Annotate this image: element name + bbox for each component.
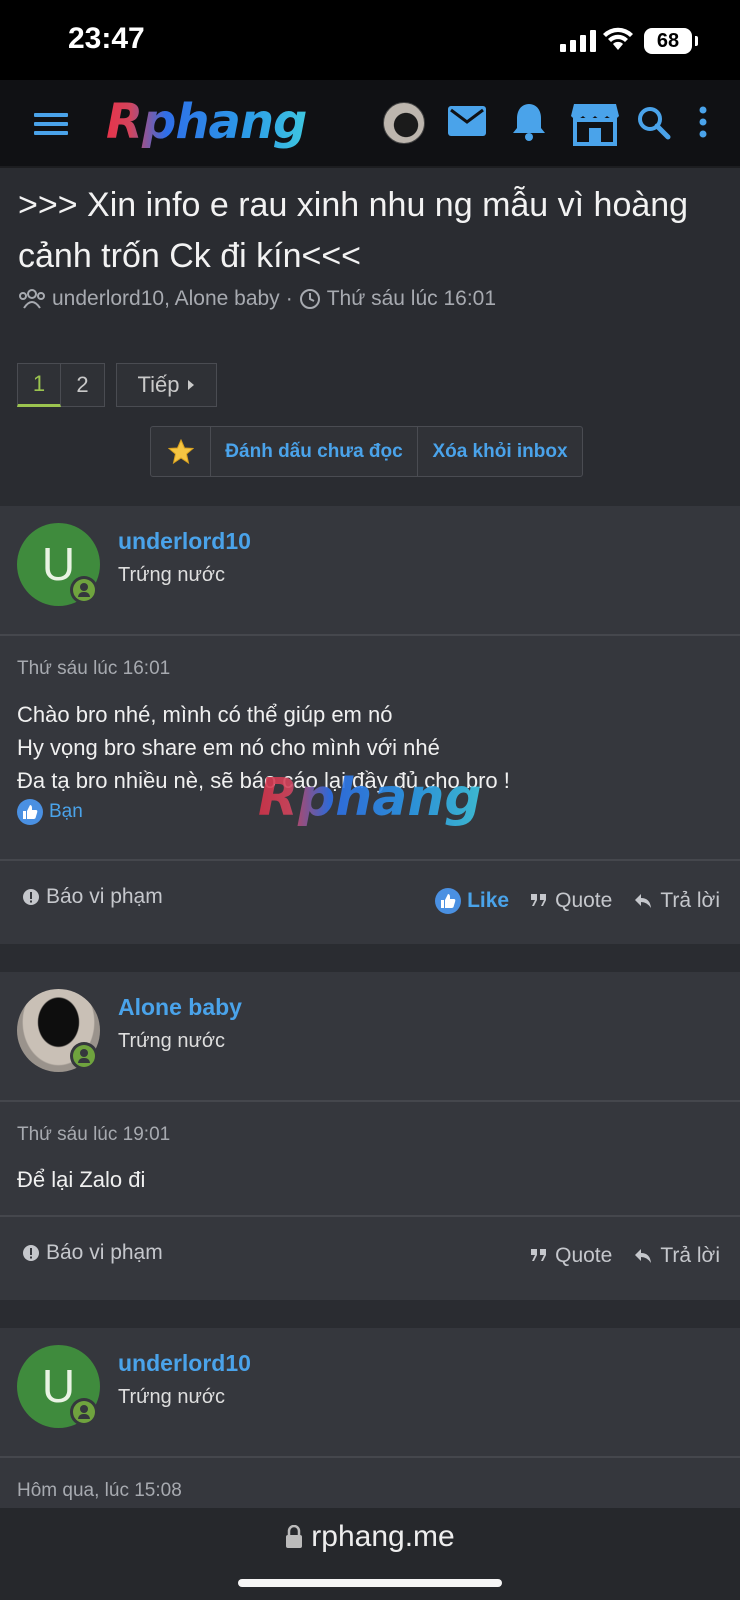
reply-label: Trả lời	[660, 1244, 720, 1267]
post-line: Để lại Zalo đi	[17, 1167, 146, 1192]
quote-button[interactable]: Quote	[531, 1244, 612, 1268]
reply-button[interactable]: Trả lời	[634, 1244, 720, 1268]
reply-button[interactable]: Trả lời	[634, 889, 720, 913]
battery-icon: 68	[644, 28, 698, 54]
post-line: Chào bro nhé, mình có thể giúp em nó	[17, 702, 393, 727]
reply-label: Trả lời	[660, 889, 720, 912]
lock-icon	[286, 1525, 303, 1548]
report-label: Báo vi phạm	[46, 885, 163, 908]
post: U underlord10 Trứng nước Thứ sáu lúc 16:…	[0, 506, 740, 944]
home-indicator[interactable]	[238, 1579, 502, 1587]
watermark-logo: Rphang	[258, 768, 482, 828]
thread-participants[interactable]: underlord10, Alone baby	[52, 287, 280, 311]
post-footer: Báo vi phạm Like Quote Trả lời	[0, 859, 740, 944]
reaction-label: Bạn	[49, 801, 83, 822]
user-title: Trứng nước	[118, 564, 225, 586]
user-avatar[interactable]	[383, 102, 425, 144]
thread-title: >>> Xin info e rau xinh nhu ng mẫu vì ho…	[18, 186, 689, 275]
quote-button[interactable]: Quote	[531, 889, 612, 913]
post-time[interactable]: Hôm qua, lúc 15:08	[17, 1480, 182, 1502]
online-status-icon	[70, 576, 98, 604]
online-status-icon	[70, 1398, 98, 1426]
username[interactable]: Alone baby	[118, 994, 242, 1021]
post: Alone baby Trứng nước Thứ sáu lúc 19:01 …	[0, 972, 740, 1300]
star-button[interactable]	[151, 427, 211, 476]
wifi-icon	[603, 27, 633, 50]
report-link[interactable]: Báo vi phạm	[22, 885, 163, 909]
alert-icon	[23, 889, 39, 905]
post-body: Để lại Zalo đi	[17, 1163, 145, 1196]
like-button[interactable]: Like	[435, 888, 509, 914]
reply-icon	[635, 894, 652, 908]
page-2-button[interactable]: 2	[61, 363, 105, 407]
quote-icon	[531, 894, 547, 906]
quote-label: Quote	[555, 1244, 613, 1267]
thumbs-up-icon	[17, 799, 43, 825]
post-header: U underlord10 Trứng nước	[0, 1328, 740, 1458]
post-time[interactable]: Thứ sáu lúc 19:01	[17, 1124, 170, 1146]
mark-unread-button[interactable]: Đánh dấu chưa đọc	[211, 427, 418, 476]
post-line: Hy vọng bro share em nó cho mình với nhé	[17, 735, 440, 760]
more-options-icon[interactable]	[698, 106, 708, 138]
online-status-icon	[70, 1042, 98, 1070]
status-time: 23:47	[68, 22, 145, 55]
user-title: Trứng nước	[118, 1030, 225, 1052]
hamburger-menu-icon[interactable]	[34, 110, 68, 138]
url-display[interactable]: rphang.me	[0, 1520, 740, 1554]
next-page-button[interactable]: Tiếp	[116, 363, 217, 407]
bell-icon[interactable]	[512, 102, 546, 142]
cellular-signal-icon	[560, 30, 596, 52]
like-icon	[435, 888, 462, 914]
status-bar: 23:47 68	[0, 0, 740, 80]
next-label: Tiếp	[137, 372, 180, 397]
search-icon[interactable]	[637, 106, 671, 140]
top-navbar: Rphang	[0, 80, 740, 168]
page-1-button[interactable]: 1	[17, 363, 61, 407]
thread-actions: Đánh dấu chưa đọc Xóa khỏi inbox	[150, 426, 583, 477]
screen: 23:47 68 Rphang >>> Xin info e rau xinh …	[0, 0, 740, 1600]
report-label: Báo vi phạm	[46, 1241, 163, 1264]
like-label: Like	[467, 889, 510, 912]
caret-right-icon	[188, 380, 195, 390]
post: U underlord10 Trứng nước Hôm qua, lúc 15…	[0, 1328, 740, 1528]
alert-icon	[23, 1245, 39, 1261]
mail-icon[interactable]	[448, 106, 486, 136]
thread-time[interactable]: Thứ sáu lúc 16:01	[327, 287, 496, 311]
meta-separator: ·	[285, 287, 293, 310]
post-actions: Quote Trả lời	[531, 1244, 720, 1268]
post-time[interactable]: Thứ sáu lúc 16:01	[17, 658, 170, 680]
username[interactable]: underlord10	[118, 528, 251, 555]
url-text: rphang.me	[311, 1520, 455, 1553]
user-title: Trứng nước	[118, 1386, 225, 1408]
pagination: 1 2 Tiếp	[17, 363, 217, 407]
reply-icon	[635, 1249, 652, 1263]
report-link[interactable]: Báo vi phạm	[22, 1241, 163, 1265]
post-actions: Like Quote Trả lời	[435, 888, 720, 914]
post-header: U underlord10 Trứng nước	[0, 506, 740, 636]
thread-meta: underlord10, Alone baby · Thứ sáu lúc 16…	[18, 287, 496, 311]
users-icon	[19, 289, 45, 309]
remove-inbox-button[interactable]: Xóa khỏi inbox	[418, 427, 582, 476]
username[interactable]: underlord10	[118, 1350, 251, 1377]
quote-label: Quote	[555, 889, 613, 912]
reaction-summary[interactable]: Bạn	[17, 799, 83, 825]
clock-icon	[299, 289, 320, 309]
post-header: Alone baby Trứng nước	[0, 972, 740, 1102]
store-icon[interactable]	[570, 100, 620, 146]
site-logo[interactable]: Rphang	[106, 94, 307, 150]
post-footer: Báo vi phạm Quote Trả lời	[0, 1215, 740, 1300]
star-icon	[167, 438, 194, 464]
quote-icon	[531, 1249, 547, 1261]
